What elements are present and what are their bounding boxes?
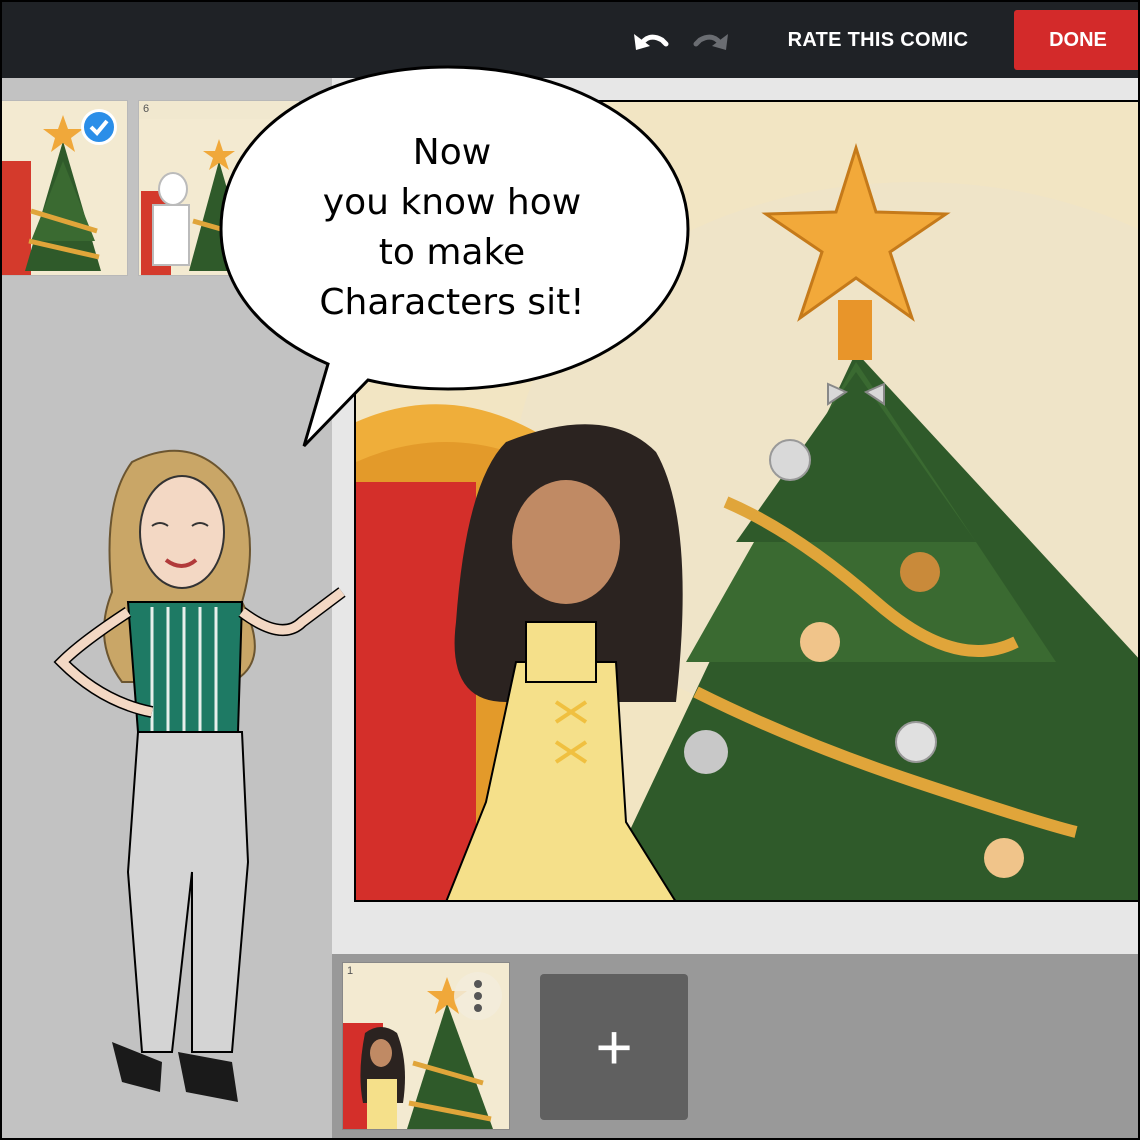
- panel-number: 6: [143, 103, 150, 115]
- more-options-icon[interactable]: [453, 971, 503, 1021]
- presenter-character-illustration: [53, 449, 346, 1102]
- app-frame: RATE THIS COMIC DONE 6 Now you know how …: [0, 0, 1140, 1140]
- panel-thumbnail-1[interactable]: 1: [342, 962, 510, 1130]
- bubble-line-4: Characters sit!: [319, 282, 585, 323]
- add-panel-button[interactable]: +: [540, 974, 688, 1120]
- bubble-line-1: Now: [412, 132, 492, 173]
- panel-number: 1: [347, 965, 354, 977]
- undo-icon[interactable]: [630, 26, 674, 56]
- done-button[interactable]: DONE: [1014, 10, 1138, 70]
- speech-bubble-text: Now you know how to make Characters sit!: [282, 128, 622, 328]
- rate-comic-button[interactable]: RATE THIS COMIC: [762, 24, 994, 56]
- panel-thumbnail-selected[interactable]: [2, 100, 128, 276]
- bubble-line-3: to make: [378, 232, 526, 273]
- plus-icon: +: [595, 1011, 633, 1083]
- bubble-line-2: you know how: [322, 182, 582, 223]
- redo-icon[interactable]: [688, 26, 732, 56]
- selected-check-icon: [81, 109, 117, 145]
